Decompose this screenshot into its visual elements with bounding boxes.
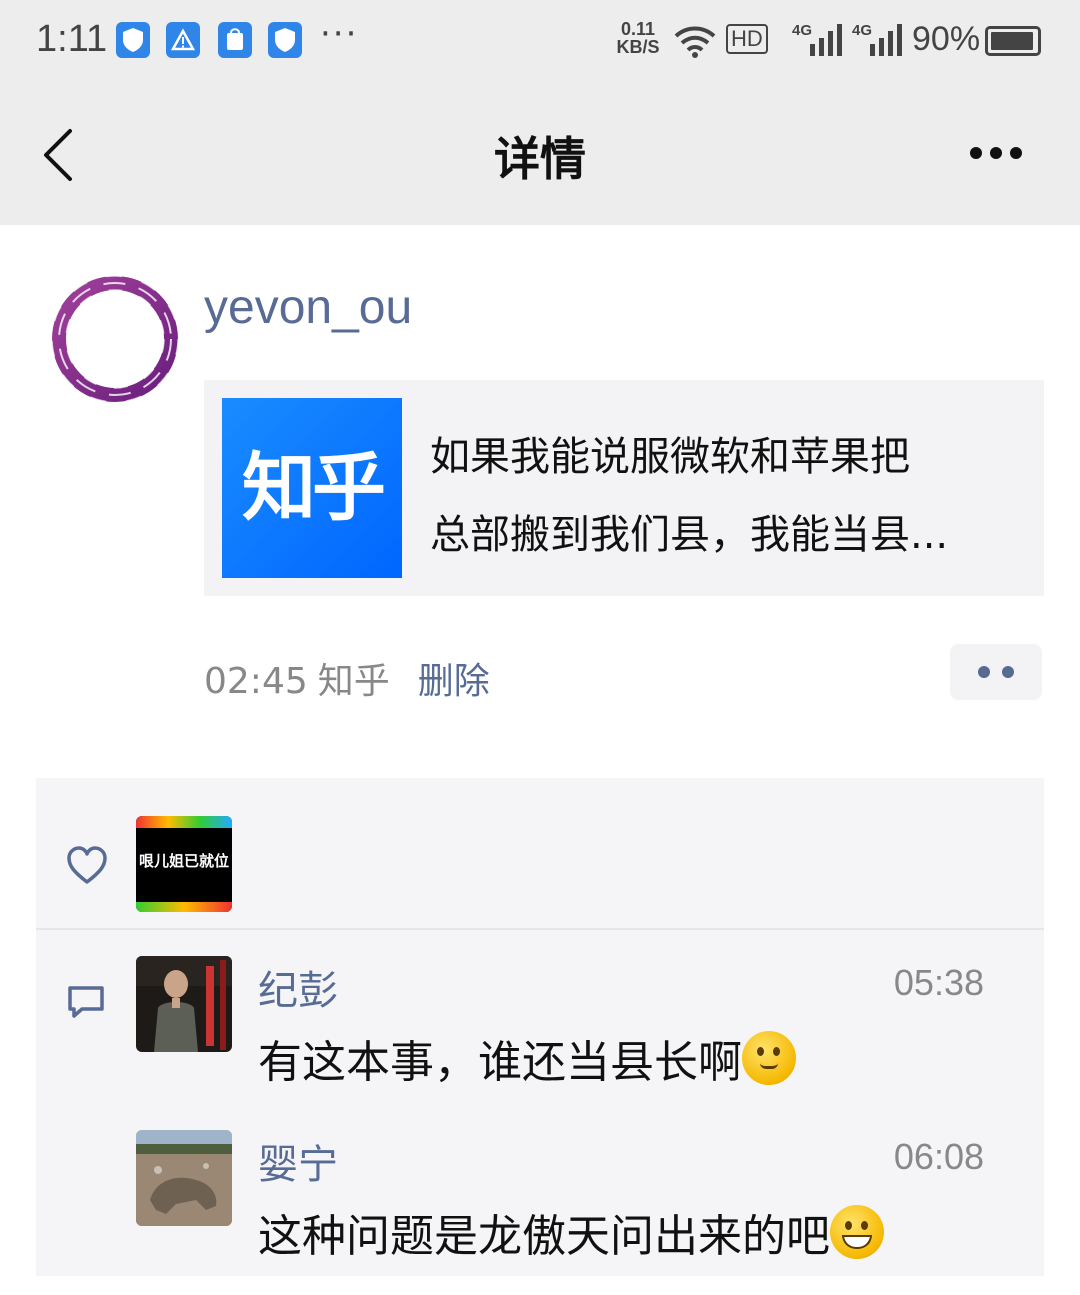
comment-icon <box>68 986 104 1018</box>
interactions-panel: 哏儿姐已就位 纪彭 05:38 有这本事，谁还当县长啊 婴宁 06:08 这种问… <box>36 778 1044 1276</box>
signal-icon <box>810 24 842 56</box>
thinking-face-emoji-icon <box>742 1031 796 1085</box>
post-source: 知乎 <box>317 661 390 702</box>
post-username[interactable]: yevon_ou <box>204 280 412 335</box>
wifi-icon <box>674 26 716 58</box>
zhihu-logo: 知乎 <box>222 398 402 578</box>
network-speed-unit: KB/S <box>616 37 660 57</box>
status-time: 1:11 <box>36 18 108 60</box>
delete-link[interactable]: 删除 <box>418 661 490 702</box>
comment-time: 06:08 <box>893 1136 984 1177</box>
shared-link-title-line-2: 总部搬到我们县，我能当县... <box>430 512 949 558</box>
nav-bar: 详情 <box>0 85 1080 225</box>
liker-avatar-label: 哏儿姐已就位 <box>138 852 229 870</box>
battery-icon <box>985 26 1041 56</box>
avatar[interactable] <box>48 272 182 406</box>
status-bar: 1:11 ··· 0.11 KB/S HD 4G 4G 90% <box>0 0 1080 85</box>
signal-icon <box>870 24 902 56</box>
comment-text-content: 这种问题是龙傲天问出来的吧 <box>258 1211 830 1262</box>
heart-icon <box>67 846 107 884</box>
likes-row: 哏儿姐已就位 <box>36 778 1044 930</box>
bag-icon <box>218 22 252 58</box>
commenter-avatar[interactable] <box>136 1130 232 1226</box>
shield-icon <box>268 22 302 58</box>
page-title: 详情 <box>494 132 586 186</box>
network-speed-value: 0.11 <box>620 19 656 39</box>
comment-text: 有这本事，谁还当县长啊 <box>258 1026 796 1090</box>
shield-icon <box>116 22 150 58</box>
more-options-icon[interactable] <box>966 143 1026 163</box>
comment-text: 这种问题是龙傲天问出来的吧 <box>258 1200 884 1264</box>
post-time: 02:45 <box>204 661 308 702</box>
more-notifications-icon: ··· <box>320 14 359 54</box>
commenter-avatar[interactable] <box>136 956 232 1052</box>
commenter-name[interactable]: 纪彭 <box>258 958 338 1016</box>
post-meta: 02:45 知乎 删除 <box>204 652 490 704</box>
commenter-name[interactable]: 婴宁 <box>258 1132 338 1190</box>
shared-link-card[interactable]: 知乎 如果我能说服微软和苹果把 总部搬到我们县，我能当县... <box>204 380 1044 596</box>
comment-time: 05:38 <box>893 962 984 1003</box>
comment-text-content: 有这本事，谁还当县长啊 <box>258 1037 742 1088</box>
warning-icon <box>166 22 200 58</box>
network-speed: 0.11 KB/S <box>612 20 664 56</box>
battery-percent: 90% <box>912 20 981 58</box>
shared-link-title: 如果我能说服微软和苹果把 总部搬到我们县，我能当县... <box>430 418 1030 574</box>
hd-voice-badge: HD <box>726 24 768 54</box>
liker-avatar[interactable]: 哏儿姐已就位 <box>136 816 232 912</box>
shared-link-title-line-1: 如果我能说服微软和苹果把 <box>430 434 910 480</box>
like-comment-menu-button[interactable] <box>950 644 1042 700</box>
grinning-face-emoji-icon <box>830 1205 884 1259</box>
